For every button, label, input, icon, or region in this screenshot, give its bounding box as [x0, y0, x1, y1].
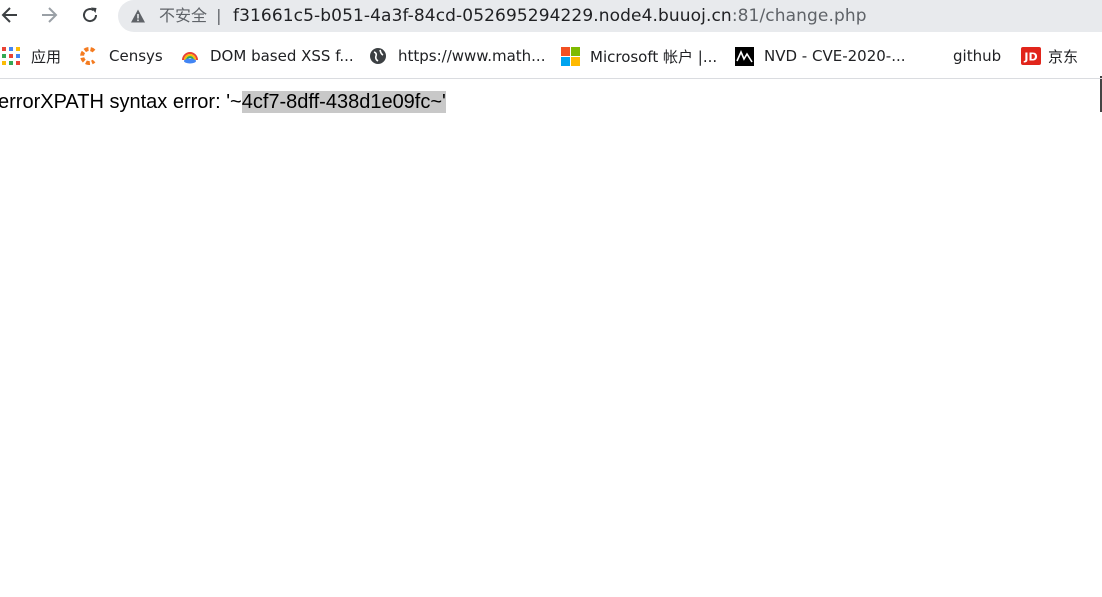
page-content: errorXPATH syntax error: '~4cf7-8dff-438… — [0, 89, 446, 115]
censys-icon — [80, 47, 98, 65]
reload-button[interactable] — [78, 3, 102, 27]
selected-text[interactable]: 4cf7-8dff-438d1e09fc~' — [241, 91, 446, 113]
back-arrow-icon — [1, 7, 17, 23]
toolbar-divider — [0, 78, 1102, 79]
bookmark-math[interactable]: https://www.math... — [369, 46, 545, 66]
bookmark-dom-xss[interactable]: DOM based XSS f... — [181, 46, 354, 66]
bookmark-microsoft[interactable]: Microsoft 帐户 |... — [561, 46, 717, 66]
bookmark-github[interactable]: github — [953, 46, 1001, 66]
error-text: errorXPATH syntax error: '~ — [0, 91, 242, 113]
bookmark-label: Microsoft 帐户 |... — [590, 47, 718, 66]
reload-icon — [83, 7, 98, 23]
url-text[interactable]: f31661c5-b051-4a3f-84cd-052695294229.nod… — [233, 5, 867, 27]
bookmark-jd[interactable]: JD 京东 — [1021, 46, 1078, 66]
forward-arrow-icon — [42, 7, 58, 23]
url-path: :81/change.php — [731, 6, 867, 26]
cloud-rainbow-icon — [181, 47, 199, 65]
warning-icon — [131, 9, 145, 23]
forward-button[interactable] — [37, 3, 61, 27]
svg-text:JD: JD — [1023, 51, 1037, 64]
url-host: f31661c5-b051-4a3f-84cd-052695294229.nod… — [233, 6, 732, 26]
apps-grid-icon — [2, 47, 20, 65]
bookmark-label: github — [953, 47, 1002, 65]
security-status[interactable]: 不安全 | — [159, 5, 222, 27]
bookmark-label: DOM based XSS f... — [210, 47, 354, 65]
microsoft-icon — [561, 47, 580, 66]
jd-icon: JD — [1021, 47, 1041, 65]
browser-toolbar: 不安全 | f31661c5-b051-4a3f-84cd-0526952942… — [0, 0, 1102, 34]
security-label: 不安全 — [159, 6, 208, 25]
bookmark-nvd[interactable]: NVD - CVE-2020-... — [735, 46, 906, 66]
back-button[interactable] — [0, 3, 22, 27]
bookmark-label: 京东 — [1048, 47, 1079, 66]
globe-icon — [369, 47, 387, 65]
bookmark-label: NVD - CVE-2020-... — [764, 47, 906, 65]
nvd-icon — [735, 47, 754, 66]
bookmark-label: 应用 — [31, 47, 62, 66]
bookmark-label: https://www.math... — [398, 47, 546, 65]
address-bar[interactable]: 不安全 | f31661c5-b051-4a3f-84cd-0526952942… — [118, 0, 1102, 32]
bookmarks-bar: 应用 Censys DOM based XSS f... https://www… — [0, 38, 1102, 112]
bookmark-label: Censys — [109, 47, 163, 65]
bookmark-censys[interactable]: Censys — [80, 46, 163, 66]
bookmark-apps[interactable]: 应用 — [2, 46, 61, 66]
security-separator: | — [216, 6, 222, 25]
